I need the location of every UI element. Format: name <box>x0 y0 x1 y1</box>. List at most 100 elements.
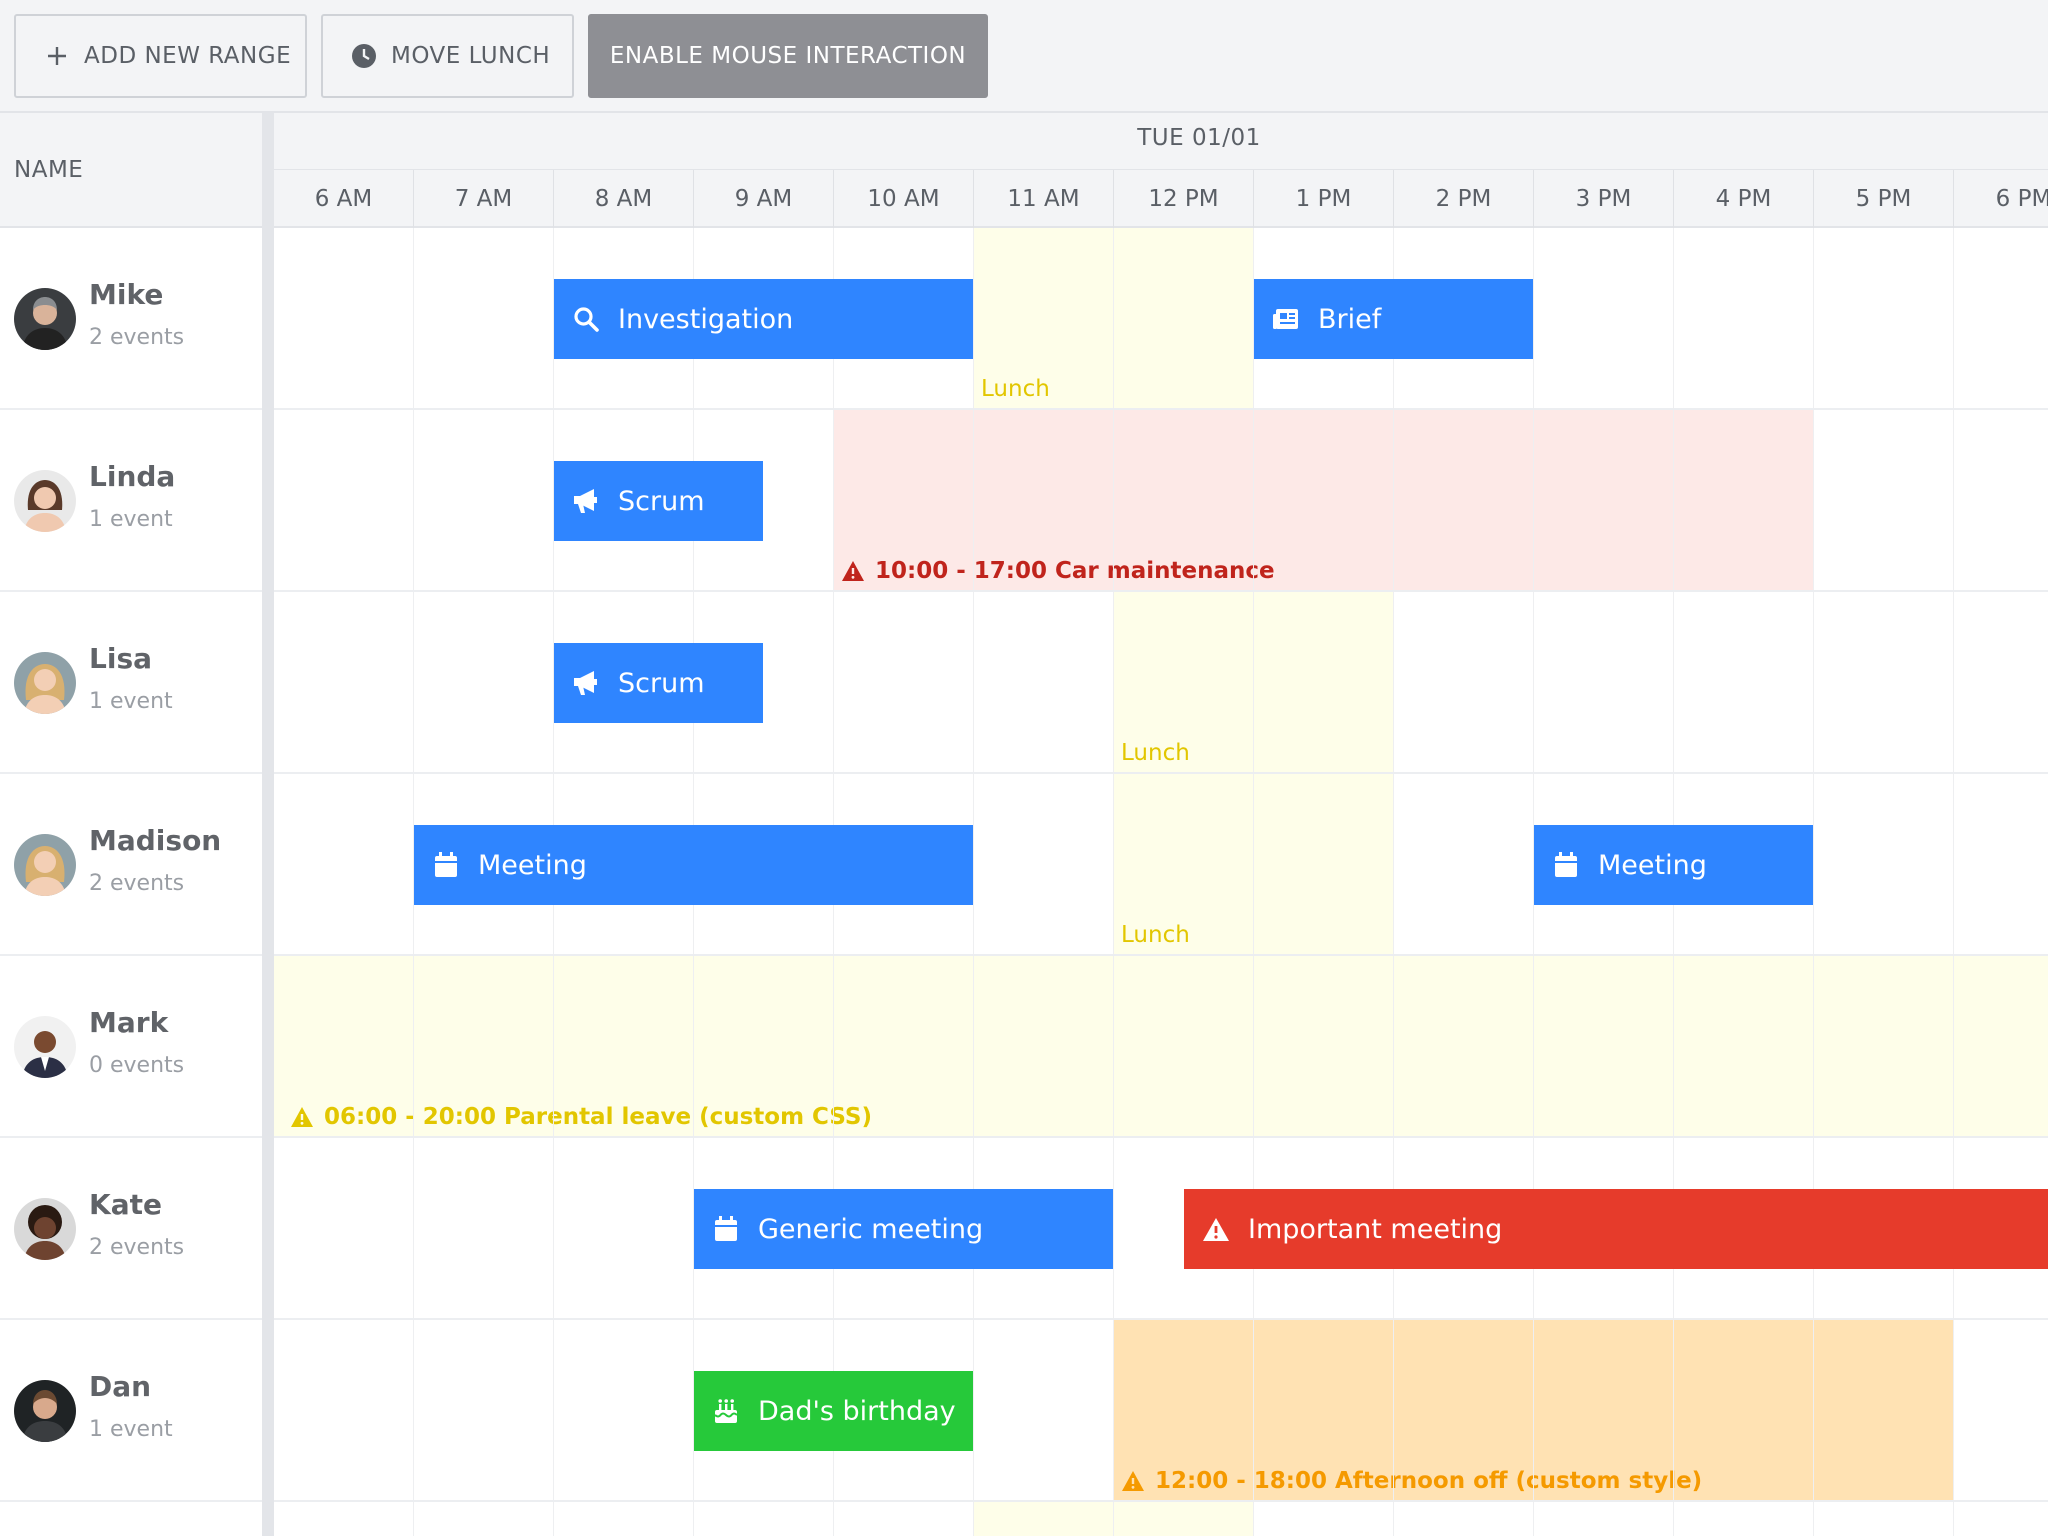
lunch-label: Lunch <box>1121 740 1190 766</box>
row-separator <box>274 772 2048 774</box>
birthday-cake-icon <box>712 1397 740 1425</box>
calendar-icon <box>432 851 460 879</box>
grid-line <box>1113 228 1114 1536</box>
hour-cell: 10 AM <box>834 170 974 228</box>
grid-line <box>973 228 974 1536</box>
hour-cell: 8 AM <box>554 170 694 228</box>
hour-cell: 6 AM <box>274 170 414 228</box>
resource-row-mike[interactable]: Mike 2 events <box>0 228 262 410</box>
row-separator <box>274 1500 2048 1502</box>
resource-row-dan[interactable]: Dan 1 event <box>0 1320 262 1502</box>
resource-event-count: 2 events <box>89 325 185 350</box>
resource-row-kate[interactable]: Kate 2 events <box>0 1138 262 1320</box>
column-splitter[interactable] <box>262 113 274 1536</box>
resource-row-mark[interactable]: Mark 0 events <box>0 956 262 1138</box>
row-separator <box>274 408 2048 410</box>
event-name: Scrum <box>618 667 705 699</box>
parental-leave-range: 06:00 - 20:00 Parental leave (custom CSS… <box>274 956 2048 1138</box>
resource-row-madison[interactable]: Madison 2 events <box>0 774 262 956</box>
calendar-icon <box>712 1215 740 1243</box>
afternoon-off-range: 12:00 - 18:00 Afternoon off (custom styl… <box>1114 1320 1954 1502</box>
warning-icon <box>1122 1471 1144 1491</box>
avatar <box>14 1016 76 1078</box>
event-name: Scrum <box>618 485 705 517</box>
schedule-body[interactable]: Lunch 10:00 - 17:00 Car maintenance Lunc… <box>274 228 2048 1536</box>
enable-mouse-interaction-button[interactable]: ENABLE MOUSE INTERACTION <box>588 14 988 98</box>
resource-event-count: 2 events <box>89 1235 185 1260</box>
warning-icon <box>842 561 864 581</box>
resource-name: Linda <box>89 460 176 493</box>
avatar <box>14 834 76 896</box>
event-scrum[interactable]: Scrum <box>554 461 763 541</box>
resource-name: Dan <box>89 1370 152 1403</box>
row-separator <box>274 954 2048 956</box>
newspaper-icon <box>1272 305 1300 333</box>
avatar <box>14 470 76 532</box>
resource-name: Mike <box>89 278 164 311</box>
megaphone-icon <box>572 487 600 515</box>
resource-event-count: 1 event <box>89 507 173 532</box>
grid-line <box>1253 228 1254 1536</box>
timeline-hour-header: 6 AM 7 AM 8 AM 9 AM 10 AM 11 AM 12 PM 1 … <box>274 170 2048 228</box>
plus-icon <box>42 41 72 71</box>
event-meeting[interactable]: Meeting <box>1534 825 1813 905</box>
hour-cell: 1 PM <box>1254 170 1394 228</box>
resource-event-count: 1 event <box>89 689 173 714</box>
car-maintenance-label: 10:00 - 17:00 Car maintenance <box>875 558 1275 584</box>
event-name: Investigation <box>618 303 794 335</box>
move-lunch-label: MOVE LUNCH <box>391 43 551 69</box>
search-icon <box>572 305 600 333</box>
resource-row-lisa[interactable]: Lisa 1 event <box>0 592 262 774</box>
lunch-range: Lunch <box>1114 774 1394 956</box>
avatar <box>14 652 76 714</box>
hour-cell: 3 PM <box>1534 170 1674 228</box>
hour-cell: 4 PM <box>1674 170 1814 228</box>
avatar <box>14 1198 76 1260</box>
grid-line <box>1953 228 1954 1536</box>
resource-row-linda[interactable]: Linda 1 event <box>0 410 262 592</box>
parental-leave-label: 06:00 - 20:00 Parental leave (custom CSS… <box>324 1104 872 1130</box>
name-column-header[interactable]: NAME <box>0 113 262 228</box>
event-name: Meeting <box>1598 849 1707 881</box>
lunch-range: Lunch <box>1114 592 1394 774</box>
warning-icon <box>1202 1215 1230 1243</box>
avatar <box>14 288 76 350</box>
hour-cell: 7 AM <box>414 170 554 228</box>
warning-icon <box>291 1107 313 1127</box>
lunch-range: Lunch <box>974 228 1254 410</box>
resource-event-count: 1 event <box>89 1417 173 1442</box>
car-maintenance-range: 10:00 - 17:00 Car maintenance <box>834 410 1814 592</box>
event-name: Generic meeting <box>758 1213 984 1245</box>
name-header-label: NAME <box>14 156 84 183</box>
resource-name: Madison <box>89 824 222 857</box>
event-investigation[interactable]: Investigation <box>554 279 973 359</box>
lunch-label: Lunch <box>981 376 1050 402</box>
grid-line <box>1813 228 1814 1536</box>
hour-cell: 2 PM <box>1394 170 1534 228</box>
clock-icon <box>349 41 379 71</box>
grid-line <box>1393 228 1394 1536</box>
move-lunch-button[interactable]: MOVE LUNCH <box>321 14 574 98</box>
resource-name: Kate <box>89 1188 162 1221</box>
schedule-area: TUE 01/01 6 AM 7 AM 8 AM 9 AM 10 AM 11 A… <box>274 113 2048 1536</box>
row-separator <box>274 1136 2048 1138</box>
day-label: TUE 01/01 <box>1137 125 1261 151</box>
event-name: Important meeting <box>1248 1213 1503 1245</box>
lunch-label: Lunch <box>1121 922 1190 948</box>
timeline-day-header: TUE 01/01 <box>274 113 2048 170</box>
event-name: Brief <box>1318 303 1382 335</box>
add-new-range-button[interactable]: ADD NEW RANGE <box>14 14 307 98</box>
event-name: Dad's birthday <box>758 1395 956 1427</box>
event-brief[interactable]: Brief <box>1254 279 1533 359</box>
afternoon-off-label: 12:00 - 18:00 Afternoon off (custom styl… <box>1155 1468 1703 1494</box>
event-meeting[interactable]: Meeting <box>414 825 973 905</box>
lunch-range <box>974 1502 1254 1536</box>
resource-name: Mark <box>89 1006 169 1039</box>
event-scrum[interactable]: Scrum <box>554 643 763 723</box>
event-name: Meeting <box>478 849 587 881</box>
resource-event-count: 2 events <box>89 871 185 896</box>
event-important-meeting[interactable]: Important meeting <box>1184 1189 2048 1269</box>
event-dads-birthday[interactable]: Dad's birthday <box>694 1371 973 1451</box>
event-generic-meeting[interactable]: Generic meeting <box>694 1189 1113 1269</box>
megaphone-icon <box>572 669 600 697</box>
